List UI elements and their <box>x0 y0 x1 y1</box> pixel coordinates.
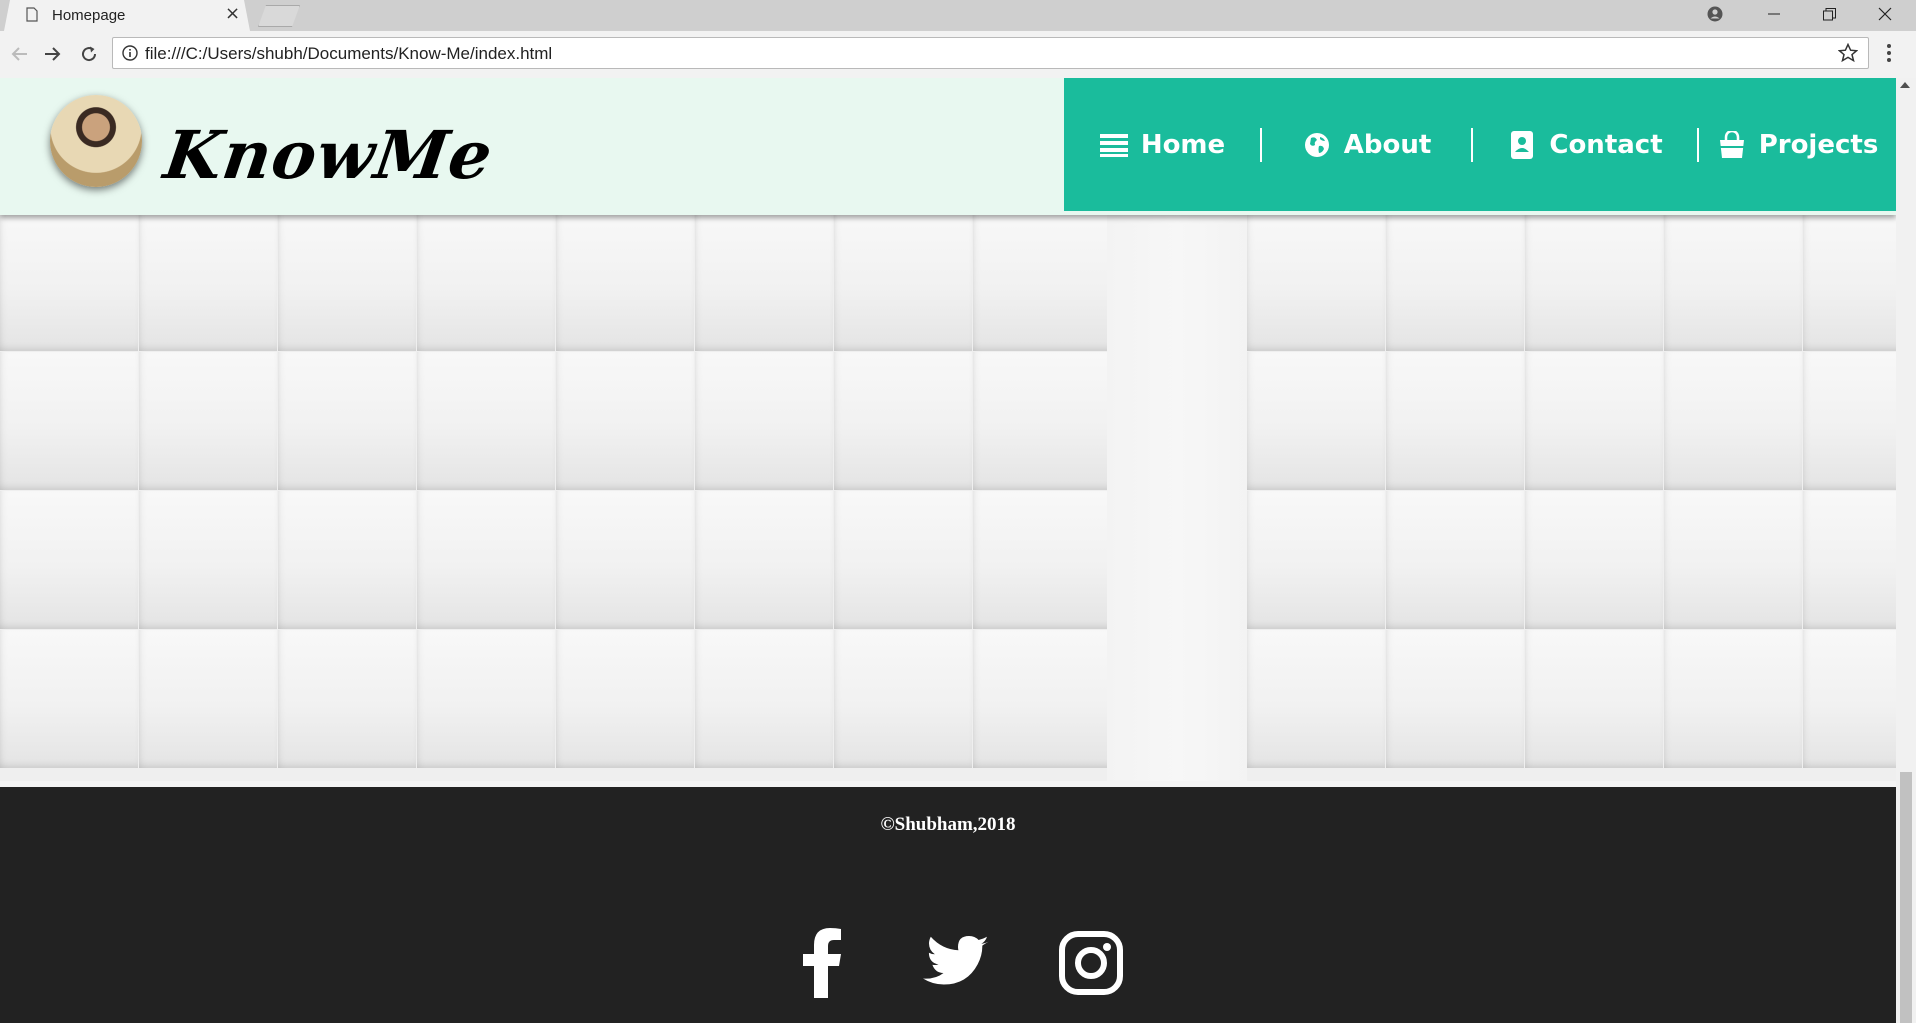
tab-title: Homepage <box>52 7 126 24</box>
back-icon[interactable] <box>6 41 32 67</box>
bookmark-star-icon[interactable] <box>1838 43 1858 63</box>
profile-photo <box>50 95 142 187</box>
forward-icon[interactable] <box>40 41 66 67</box>
page-icon <box>26 7 38 22</box>
contact-card-icon <box>1507 130 1537 160</box>
nav-home[interactable]: Home <box>1064 128 1260 162</box>
menu-lines-icon <box>1099 130 1129 160</box>
scroll-thumb[interactable] <box>1900 772 1912 1023</box>
info-icon[interactable] <box>122 45 138 61</box>
browser-tab[interactable]: Homepage × <box>4 0 250 31</box>
nav-home-label: Home <box>1140 129 1226 160</box>
globe-icon <box>1302 130 1332 160</box>
nav-about-label: About <box>1343 129 1432 160</box>
profile-icon[interactable] <box>1692 0 1738 28</box>
scroll-up-arrow-icon[interactable] <box>1900 82 1910 88</box>
nav-about[interactable]: About <box>1260 127 1471 162</box>
page-viewport: KnowMe Home About Contact Projects ©Shub… <box>0 78 1896 1023</box>
browser-menu-icon[interactable] <box>1886 43 1892 63</box>
restore-icon[interactable] <box>1806 0 1852 28</box>
shopping-bag-icon <box>1717 130 1747 160</box>
reload-icon[interactable] <box>76 41 102 67</box>
copyright-text: ©Shubham,2018 <box>880 814 1016 835</box>
nav-projects[interactable]: Projects <box>1697 127 1896 162</box>
tab-close-icon[interactable]: × <box>225 4 240 24</box>
facebook-icon[interactable] <box>787 928 857 998</box>
site-footer: ©Shubham,2018 <box>0 787 1896 1023</box>
new-tab-button[interactable] <box>258 5 300 27</box>
url-text[interactable]: file:///C:/Users/shubh/Documents/Know-Me… <box>145 44 552 64</box>
instagram-icon[interactable] <box>1056 928 1126 998</box>
minimize-icon[interactable] <box>1751 0 1797 28</box>
page-scrollbar[interactable] <box>1896 78 1916 1023</box>
twitter-icon[interactable] <box>921 928 991 998</box>
nav-contact-label: Contact <box>1549 129 1663 160</box>
site-header: KnowMe Home About Contact Projects <box>0 78 1896 215</box>
nav-contact[interactable]: Contact <box>1471 127 1697 162</box>
address-bar[interactable]: file:///C:/Users/shubh/Documents/Know-Me… <box>112 37 1869 69</box>
close-window-icon[interactable] <box>1862 0 1908 28</box>
hero-background-pattern <box>0 215 1896 781</box>
main-nav: Home About Contact Projects <box>1064 78 1896 211</box>
brand-logo[interactable]: KnowMe <box>160 116 498 194</box>
browser-chrome: Homepage × file:///C:/Users/shubh/Docume… <box>0 0 1916 79</box>
nav-projects-label: Projects <box>1758 129 1879 160</box>
browser-toolbar: file:///C:/Users/shubh/Documents/Know-Me… <box>0 31 1916 79</box>
tab-strip: Homepage × <box>0 0 1916 31</box>
